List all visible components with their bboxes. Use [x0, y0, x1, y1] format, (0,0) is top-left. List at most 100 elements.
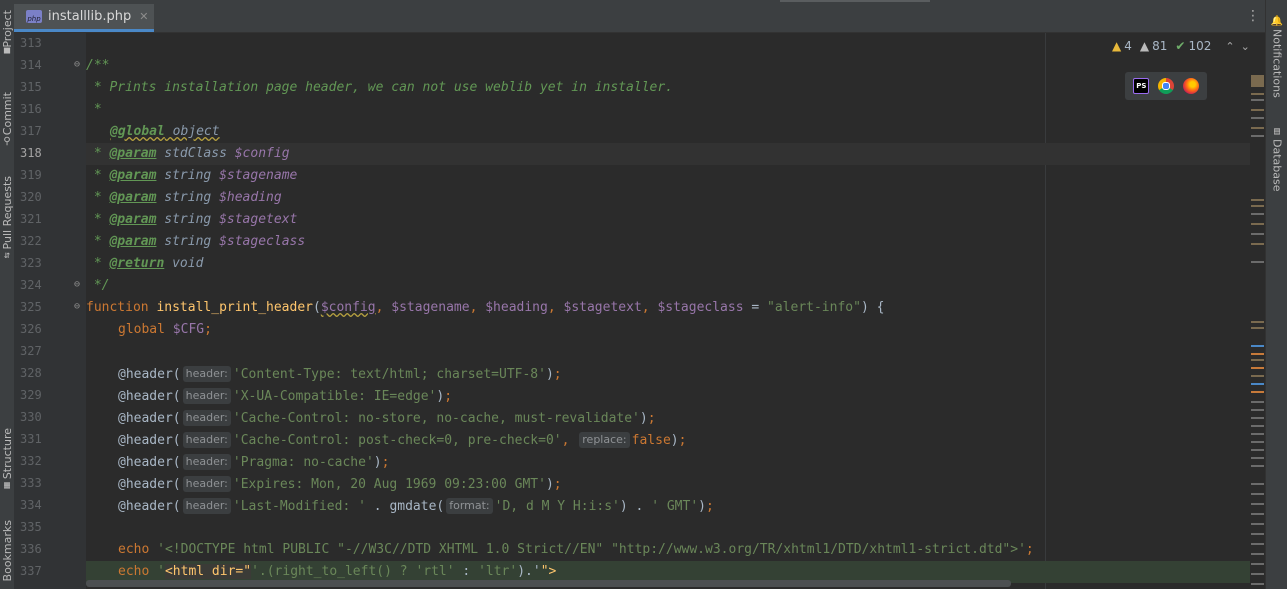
structure-tool-tab[interactable]: Structure ▦: [0, 428, 14, 491]
gutter-line-319[interactable]: 319: [14, 165, 86, 187]
error-stripe-mark[interactable]: [1251, 513, 1264, 515]
chrome-icon[interactable]: [1157, 78, 1174, 94]
notifications-tool-tab[interactable]: 🔔 Notifications: [1268, 16, 1286, 98]
line-number: 321: [20, 212, 42, 226]
gutter-line-334[interactable]: 334: [14, 495, 86, 517]
error-stripe-mark[interactable]: [1251, 199, 1264, 201]
error-stripe-mark[interactable]: [1251, 483, 1264, 485]
typo-check-icon: ✔: [1175, 39, 1186, 53]
error-stripe-mark[interactable]: [1251, 327, 1264, 329]
fold-icon[interactable]: ⊖: [74, 59, 80, 70]
error-stripe-mark[interactable]: [1251, 359, 1264, 361]
gutter-line-314[interactable]: 314 ⊖: [14, 55, 86, 77]
error-stripe-mark[interactable]: [1251, 391, 1264, 393]
error-stripe-mark[interactable]: [1251, 223, 1264, 225]
gutter-line-332[interactable]: 332: [14, 451, 86, 473]
gutter-line-330[interactable]: 330: [14, 407, 86, 429]
database-tool-tab[interactable]: ▤ Database: [1268, 126, 1286, 192]
fold-icon[interactable]: ⊖: [74, 279, 80, 290]
error-stripe-mark[interactable]: [1251, 353, 1264, 355]
gutter-line-326[interactable]: 326: [14, 319, 86, 341]
error-stripe-mark[interactable]: [1251, 261, 1264, 263]
close-icon[interactable]: ✕: [139, 10, 148, 23]
gutter-line-317[interactable]: 317💡: [14, 121, 108, 143]
error-stripe-mark[interactable]: [1251, 425, 1264, 427]
search-result-mark[interactable]: [1251, 345, 1264, 347]
error-stripe-mark[interactable]: [1251, 493, 1264, 495]
error-stripe-mark[interactable]: [1251, 573, 1264, 575]
error-stripe-mark[interactable]: [1251, 117, 1264, 119]
gutter-line-323[interactable]: 323: [14, 253, 86, 275]
error-stripe-mark[interactable]: [1251, 457, 1264, 459]
error-stripe-mark[interactable]: [1251, 401, 1264, 403]
error-stripe-mark[interactable]: [1251, 99, 1264, 101]
previous-problem-icon[interactable]: ⌃: [1225, 40, 1234, 53]
gutter-line-336[interactable]: 336: [14, 539, 86, 561]
inspection-widget[interactable]: ▲ 4 ▲ 81 ✔ 102 ⌃ ⌄: [1112, 37, 1250, 55]
firefox-icon[interactable]: [1182, 78, 1199, 94]
gutter-line-335[interactable]: 335: [14, 517, 86, 539]
error-stripe-mark[interactable]: [1251, 553, 1264, 555]
bookmarks-tool-tab[interactable]: Bookmarks: [0, 520, 14, 581]
horizontal-scrollbar-thumb[interactable]: [86, 580, 1011, 587]
error-stripe-mark[interactable]: [1251, 465, 1264, 467]
error-stripe-mark[interactable]: [1251, 213, 1264, 215]
error-stripe-mark[interactable]: [1251, 409, 1264, 411]
error-stripe-mark[interactable]: [1251, 205, 1264, 207]
doc-tag-param: @param: [109, 212, 157, 227]
gutter-line-313[interactable]: 313: [14, 33, 86, 55]
error-stripe-mark[interactable]: [1251, 135, 1264, 137]
error-stripe-mark[interactable]: [1251, 375, 1264, 377]
more-options-icon[interactable]: ⋮: [1246, 8, 1260, 24]
error-stripe-mark[interactable]: [1251, 367, 1264, 369]
gutter-line-333[interactable]: 333: [14, 473, 86, 495]
error-stripe-mark[interactable]: [1251, 543, 1264, 545]
phpstorm-icon[interactable]: PS: [1133, 78, 1150, 94]
editor-tab-installlib[interactable]: php installlib.php ✕: [14, 4, 154, 32]
html-tag-close: ">: [540, 564, 557, 579]
error-stripe-mark[interactable]: [1251, 233, 1264, 235]
gutter-line-321[interactable]: 321: [14, 209, 86, 231]
error-stripe-mark[interactable]: [1251, 583, 1264, 585]
error-stripe-mark[interactable]: [1251, 563, 1264, 565]
error-stripe-mark[interactable]: [1251, 433, 1264, 435]
error-stripe-mark[interactable]: [1251, 127, 1264, 129]
error-stripe-mark[interactable]: [1251, 449, 1264, 451]
header-string: 'X-UA-Compatible: IE=edge': [232, 389, 437, 404]
error-stripe-mark[interactable]: [1251, 503, 1264, 505]
pull-requests-tool-tab[interactable]: Pull Requests ⇵: [0, 176, 14, 261]
gutter-line-316[interactable]: 316: [14, 99, 86, 121]
gutter-line-337[interactable]: 337: [14, 561, 86, 583]
gutter-line-324[interactable]: 324 ⊖: [14, 275, 86, 297]
project-tool-tab[interactable]: Project ▀: [0, 10, 14, 60]
error-stripe-mark[interactable]: [1251, 417, 1264, 419]
commit-tool-tab[interactable]: Commit ⚲: [0, 92, 14, 147]
gutter-line-322[interactable]: 322: [14, 231, 86, 253]
gutter-line-325[interactable]: 325 ⊖: [14, 297, 86, 319]
error-stripe-mark[interactable]: [1251, 243, 1264, 245]
scroll-thumb[interactable]: [1251, 75, 1264, 87]
doctype-string: '<!DOCTYPE html PUBLIC "-//W3C//DTD XHTM…: [157, 542, 1026, 557]
vertical-scrollbar[interactable]: [1250, 33, 1266, 589]
error-stripe-mark[interactable]: [1251, 441, 1264, 443]
next-problem-icon[interactable]: ⌄: [1241, 40, 1250, 53]
warnings-count: 4: [1124, 39, 1132, 53]
error-stripe-mark[interactable]: [1251, 93, 1264, 95]
fold-icon[interactable]: ⊖: [74, 301, 80, 312]
gutter-line-320[interactable]: 320: [14, 187, 86, 209]
code-editor[interactable]: /** * Prints installation page header, w…: [86, 33, 1250, 589]
gutter-line-329[interactable]: 329: [14, 385, 86, 407]
error-stripe-mark[interactable]: [1251, 109, 1264, 111]
gutter-line-327[interactable]: 327: [14, 341, 86, 363]
gutter-line-315[interactable]: 315: [14, 77, 86, 99]
error-stripe-mark[interactable]: [1251, 321, 1264, 323]
line-number-gutter[interactable]: 313314⊖315316317💡318319320321322323324⊖3…: [14, 33, 108, 589]
gutter-line-331[interactable]: 331: [14, 429, 86, 451]
header-fn: @header(: [118, 367, 181, 382]
search-result-mark[interactable]: [1251, 383, 1264, 385]
gutter-line-318[interactable]: 318: [14, 143, 86, 165]
editor-tab-bar: php installlib.php ✕ ⋮: [14, 0, 1266, 33]
error-stripe-mark[interactable]: [1251, 533, 1264, 535]
error-stripe-mark[interactable]: [1251, 523, 1264, 525]
gutter-line-328[interactable]: 328: [14, 363, 86, 385]
